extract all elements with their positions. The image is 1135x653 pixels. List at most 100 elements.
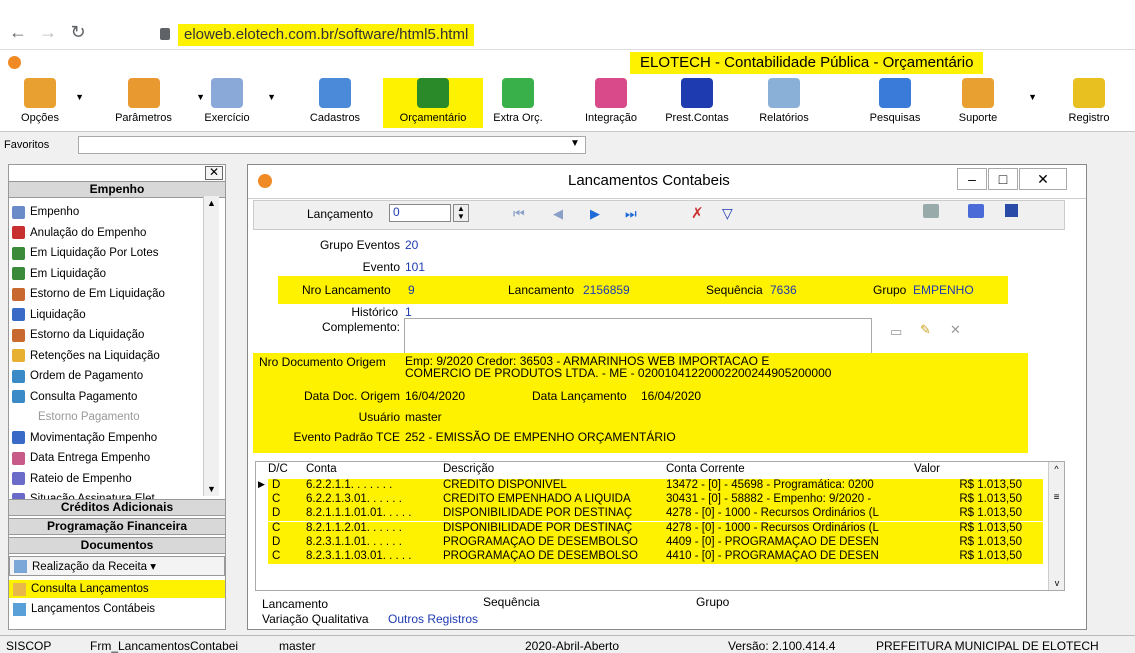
toolbar-button-pesquisas[interactable]: Pesquisas	[850, 78, 940, 128]
scroll-up-icon[interactable]: ▲	[207, 198, 216, 208]
menu-item-icon	[12, 308, 25, 321]
sidebar-scrollbar[interactable]	[203, 196, 219, 496]
nro-doc-label: Nro Documento Origem	[259, 355, 386, 369]
address-bar[interactable]: eloweb.elotech.com.br/software/html5.htm…	[178, 24, 475, 46]
close-icon[interactable]: ✕	[205, 166, 223, 180]
toolbar-button-integra-o[interactable]: Integração	[566, 78, 656, 128]
close-window-icon[interactable]: ✕	[1019, 168, 1067, 190]
back-icon[interactable]: ←	[6, 22, 30, 43]
sidebar-item-10[interactable]: Estorno Pagamento	[12, 407, 140, 427]
status-app: SISCOP	[6, 639, 52, 653]
table-cell: 4409 - [0] - PROGRAMAÇÃO DE DESEN	[666, 535, 879, 548]
filter-icon[interactable]: ▽	[722, 205, 733, 222]
sidebar-item-6[interactable]: Estorno da Liquidação	[12, 325, 144, 345]
toolbar-button-label: Exercício	[204, 112, 250, 124]
delete-icon[interactable]: ✕	[950, 322, 961, 338]
toolbar-button-registro[interactable]: Registro	[1044, 78, 1134, 128]
toolbar-button-op-es[interactable]: Opções ▼	[10, 78, 84, 128]
column-header[interactable]: D/C	[268, 463, 304, 475]
realizacao-receita-menu[interactable]: Realização da Receita ▾	[9, 556, 225, 576]
last-record-icon[interactable]: ⏭	[625, 206, 637, 222]
print-icon[interactable]	[923, 204, 939, 218]
scroll-up-icon[interactable]: ^	[1049, 464, 1064, 474]
table-row[interactable]: C 8.2.1.1.2.01. . . . . . DISPONIBILIDADE …	[268, 521, 1043, 536]
table-row[interactable]: C 6.2.2.1.3.01. . . . . . CREDITO EMPENHAD…	[268, 493, 1043, 508]
chevron-down-icon[interactable]: ▼	[267, 92, 276, 102]
lancamento-spinner[interactable]: ▲ ▼	[453, 204, 469, 222]
sidebar-item-7[interactable]: Retenções na Liquidação	[12, 346, 160, 366]
sidebar-item-4[interactable]: Estorno de Em Liquidação	[12, 284, 165, 304]
sidebar-section-creditos[interactable]: Créditos Adicionais	[9, 499, 225, 516]
sidebar-section-programacao[interactable]: Programação Financeira	[9, 518, 225, 535]
sidebar-item-2[interactable]: Em Liquidação Por Lotes	[12, 243, 159, 263]
navigation-panel	[253, 200, 1065, 230]
toolbar-button-par-metros[interactable]: Parâmetros ▼	[96, 78, 205, 128]
sidebar-item-12[interactable]: Data Entrega Empenho	[12, 448, 150, 468]
sidebar-item-8[interactable]: Ordem de Pagamento	[12, 366, 143, 386]
sidebar-section-documentos[interactable]: Documentos	[9, 537, 225, 554]
toolbar-button-suporte[interactable]: Suporte ▼	[933, 78, 1037, 128]
scroll-down-icon[interactable]: v	[1049, 578, 1065, 588]
sidebar-item-label: Rateio de Empenho	[30, 472, 132, 485]
chevron-down-icon[interactable]: ▼	[570, 138, 580, 149]
sidebar-item-3[interactable]: Em Liquidação	[12, 264, 106, 284]
evento-tce-value: 252 - EMISSÃO DE EMPENHO ORÇAMENTÁRIO	[405, 430, 676, 444]
menu-item-icon	[12, 349, 25, 362]
options-icon	[24, 78, 56, 108]
sidebar-item-13[interactable]: Rateio de Empenho	[12, 469, 132, 489]
minimize-icon[interactable]: ‒	[957, 168, 987, 190]
export-icon[interactable]	[968, 204, 984, 218]
scroll-down-icon[interactable]: ▼	[207, 484, 216, 494]
table-row[interactable]: D 8.2.3.1.1.01. . . . . . PROGRAMAÇÃO DE D…	[268, 535, 1043, 550]
toolbar-button-or-ament-rio[interactable]: Orçamentário	[383, 78, 483, 128]
table-scrollbar[interactable]: ^ ≡ v	[1048, 462, 1064, 590]
table-row[interactable]: C 8.2.3.1.1.03.01. . . . . PROGRAMAÇÃO DE …	[268, 550, 1043, 564]
sequencia-label: Sequência	[706, 283, 763, 297]
table-cell: 8.2.1.1.1.01.01. . . . .	[306, 507, 412, 520]
data-doc-value: 16/04/2020	[405, 389, 466, 403]
next-record-icon[interactable]: ▶	[590, 206, 600, 222]
maximize-icon[interactable]: □	[988, 168, 1018, 190]
previous-record-icon[interactable]: ◀	[553, 206, 563, 222]
edit-icon[interactable]: ✎	[920, 322, 931, 338]
clear-filter-icon[interactable]: ✗	[691, 204, 704, 222]
table-row[interactable]: D 8.2.1.1.1.01.01. . . . . DISPONIBILIDADE…	[268, 507, 1043, 522]
toolbar-button-relat-rios[interactable]: Relatórios	[749, 78, 819, 128]
favorites-select[interactable]	[78, 136, 586, 154]
chevron-down-icon[interactable]: ▼	[1028, 92, 1037, 102]
table-row[interactable]: ▶ D 6.2.2.1.1. . . . . . . CREDITO DISPONÍV…	[258, 479, 1043, 493]
sidebar-item-consulta-lancamentos[interactable]: Consulta Lançamentos	[9, 580, 225, 598]
sidebar-item-5[interactable]: Liquidação	[12, 305, 86, 325]
lancamento-input[interactable]: 0	[389, 204, 451, 222]
complemento-input[interactable]	[404, 318, 872, 354]
toolbar-button-extra-or-[interactable]: Extra Orç.	[483, 78, 553, 128]
scroll-thumb-icon[interactable]: ≡	[1049, 492, 1064, 503]
document-save-icon[interactable]: ▭	[890, 324, 902, 340]
toolbar-button-label: Orçamentário	[399, 112, 467, 124]
forward-icon[interactable]: →	[36, 22, 60, 43]
evento-value: 101	[405, 260, 426, 274]
column-header[interactable]: Descrição	[443, 463, 663, 475]
sidebar-item-1[interactable]: Anulação do Empenho	[12, 223, 146, 243]
toolbar-button-exerc-cio[interactable]: Exercício ▼	[192, 78, 276, 128]
reload-icon[interactable]: ↻	[66, 22, 90, 43]
first-record-icon[interactable]: ⏮	[513, 206, 525, 222]
menu-item-icon	[12, 390, 25, 403]
chevron-down-icon[interactable]: ▼	[75, 92, 84, 102]
table-cell: R$ 1.013,50	[959, 550, 1022, 562]
column-header[interactable]: Conta	[306, 463, 441, 475]
sidebar-item-11[interactable]: Movimentação Empenho	[12, 428, 157, 448]
table-cell: 4278 - [0] - 1000 - Recursos Ordinários …	[666, 521, 879, 534]
toolbar-button-cadastros[interactable]: Cadastros	[300, 78, 370, 128]
column-header[interactable]: Valor	[914, 463, 1024, 475]
toolbar-button-prest-contas[interactable]: Prest.Contas	[657, 78, 737, 128]
nro-lancamento-value: 9	[408, 283, 415, 297]
sidebar-section-empenho[interactable]: Empenho	[9, 181, 225, 198]
save-icon[interactable]	[1005, 204, 1018, 217]
grupo-label: Grupo	[873, 283, 907, 297]
sidebar-item-lancamentos-contabeis[interactable]: Lançamentos Contábeis	[9, 600, 225, 618]
sidebar-item-0[interactable]: Empenho	[12, 202, 79, 222]
menu-item-icon	[12, 369, 25, 383]
column-header[interactable]: Conta Corrente	[666, 463, 911, 475]
sidebar-item-9[interactable]: Consulta Pagamento	[12, 387, 137, 407]
